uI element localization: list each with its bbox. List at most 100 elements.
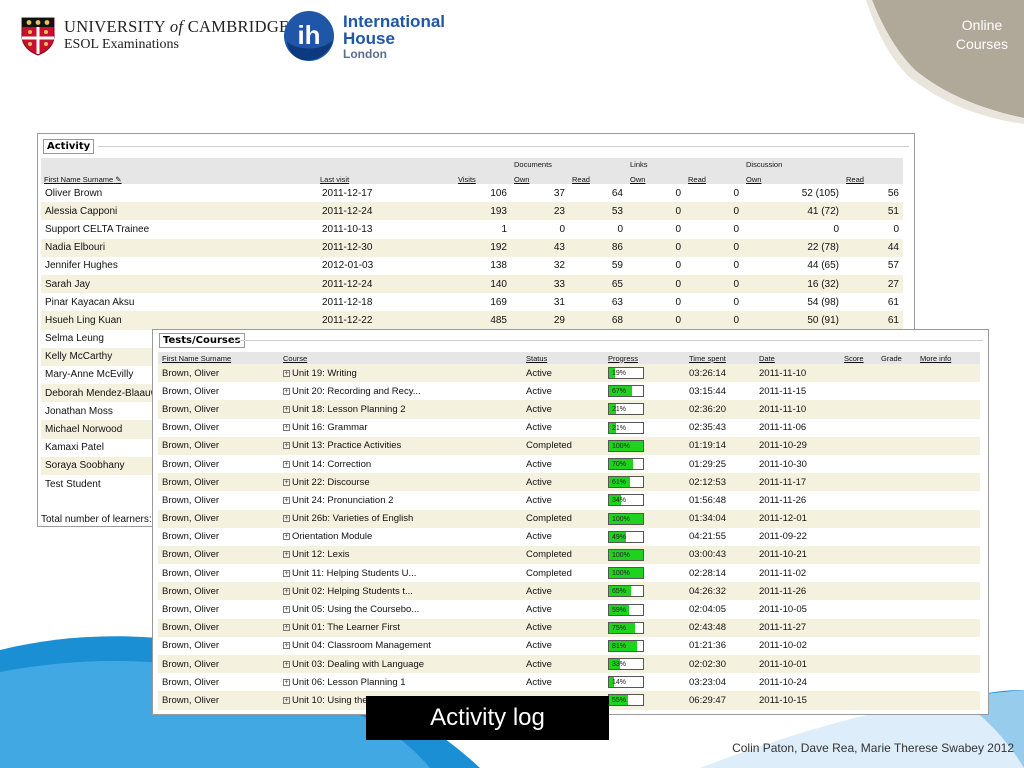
progress-cell: 100% [604,509,685,528]
grade-cell [877,528,916,546]
more-info-cell [916,600,980,618]
expand-plus-icon[interactable]: + [283,551,290,559]
disc-own-sort-link[interactable]: Own [743,170,843,184]
progress-sort-link[interactable]: Progress [604,352,685,364]
course-name[interactable]: Unit 19: Writing [292,368,357,379]
expand-plus-icon[interactable]: + [283,405,290,413]
documents-group-header: Documents [511,158,627,170]
course-cell: + Unit 03: Dealing with Language [279,655,522,674]
course-row: Brown, Oliver + Unit 20: Recording and Rec… [158,382,980,400]
doc-own-cell: 31 [553,296,565,308]
date-cell: 2011-11-02 [759,567,807,579]
grade-cell [877,419,916,437]
first-name-sort-link[interactable]: First Name [44,175,81,184]
course-name[interactable]: Unit 03: Dealing with Language [292,659,424,670]
link-own-cell: 0 [627,274,685,294]
expand-plus-icon[interactable]: + [283,442,290,450]
expand-plus-icon[interactable]: + [283,624,290,632]
sort-pencil-icon[interactable]: ✎ [115,175,121,184]
last-visit-sort-link[interactable]: Last visit [317,170,455,184]
grade-cell [877,455,916,473]
date-cell: 2011-10-01 [755,655,840,674]
course-name[interactable]: Unit 24: Pronunciation 2 [292,495,393,506]
course-name[interactable]: Unit 05: Using the Coursebo... [292,604,419,615]
expand-plus-icon[interactable]: + [283,369,290,377]
course-row: Brown, Oliver + Unit 04: Classroom Managem… [158,637,980,655]
expand-plus-icon[interactable]: + [283,696,290,704]
grade-cell [877,600,916,618]
date-sort-link[interactable]: Date [755,352,840,364]
course-name[interactable]: Orientation Module [292,531,372,542]
expand-plus-icon[interactable]: + [283,642,290,650]
learner-name-cell: Sarah Jay [41,274,317,294]
visits-cell: 138 [490,260,507,272]
progress-bar: 49% [608,530,644,543]
progress-cell: 100% [604,564,685,582]
tests-first-name-sort-link[interactable]: First Name [162,354,199,363]
course-name[interactable]: Unit 14: Correction [292,459,371,470]
progress-percent: 100% [612,551,630,559]
course-name[interactable]: Unit 20: Recording and Recy... [292,386,421,397]
link-own-sort-link[interactable]: Own [627,170,685,184]
learner-name-cell: Brown, Oliver [158,400,279,419]
score-sort-link[interactable]: Score [840,352,877,364]
course-name[interactable]: Unit 16: Grammar [292,422,368,433]
disc-read-sort-link[interactable]: Read [843,170,903,184]
activity-row: Hsueh Ling Kuan 2011-12-22 485 29 68 0 0 50 (91… [41,311,903,330]
time-spent-cell: 01:34:04 [685,509,755,528]
course-row: Brown, Oliver + Unit 02: Helping Students … [158,582,980,601]
status-cell: Completed [522,545,604,565]
date-cell: 2011-10-29 [755,436,840,455]
time-spent-sort-link[interactable]: Time spent [685,352,755,364]
expand-plus-icon[interactable]: + [283,587,290,595]
visits-sort-link[interactable]: Visits [455,170,511,184]
author-credit: Colin Paton, Dave Rea, Marie Therese Swa… [732,741,1014,755]
progress-bar: 34% [608,494,644,507]
course-row: Brown, Oliver + Unit 16: Grammar Active 21% 0… [158,419,980,437]
course-name[interactable]: Unit 26b: Varieties of English [292,513,413,524]
doc-own-sort-link[interactable]: Own [511,170,569,184]
course-name[interactable]: Unit 13: Practice Activities [292,440,401,451]
surname-sort-link[interactable]: Surname [83,175,113,184]
expand-plus-icon[interactable]: + [283,660,290,668]
expand-plus-icon[interactable]: + [283,678,290,686]
tests-surname-sort-link[interactable]: Surname [201,354,231,363]
course-name[interactable]: Unit 06: Lesson Planning 1 [292,677,406,688]
doc-read-cell: 64 [611,187,623,199]
course-name[interactable]: Unit 02: Helping Students t... [292,586,413,597]
link-read-cell: 0 [685,202,743,221]
ih-title-line2: House [343,28,395,48]
expand-plus-icon[interactable]: + [283,569,290,577]
expand-plus-icon[interactable]: + [283,533,290,541]
course-name[interactable]: Unit 11: Helping Students U... [292,568,416,579]
expand-plus-icon[interactable]: + [283,606,290,614]
tests-table: First Name Surname Course Status Progres… [158,352,980,710]
date-cell: 2011-10-30 [759,458,807,470]
progress-cell: 100% [604,436,685,455]
expand-plus-icon[interactable]: + [283,460,290,468]
course-name[interactable]: Unit 04: Classroom Management [292,640,431,651]
course-name[interactable]: Unit 18: Lesson Planning 2 [292,404,406,415]
grade-cell [877,382,916,400]
course-name[interactable]: Unit 12: Lexis [292,549,350,560]
cambridge-crest-icon [21,17,55,56]
expand-plus-icon[interactable]: + [283,496,290,504]
doc-read-sort-link[interactable]: Read [569,170,627,184]
course-name[interactable]: Unit 01: The Learner First [292,622,400,633]
grade-cell [877,509,916,528]
status-cell: Active [522,582,604,601]
link-read-sort-link[interactable]: Read [685,170,743,184]
expand-plus-icon[interactable]: + [283,424,290,432]
time-spent-cell: 01:19:14 [685,436,755,455]
course-name[interactable]: Unit 10: Using the [292,695,368,706]
progress-percent: 21% [612,424,627,432]
status-sort-link[interactable]: Status [522,352,604,364]
more-info-header[interactable]: More info [916,352,980,364]
expand-plus-icon[interactable]: + [283,478,290,486]
course-name[interactable]: Unit 22: Discourse [292,477,370,488]
course-sort-link[interactable]: Course [279,352,522,364]
expand-plus-icon[interactable]: + [283,515,290,523]
progress-percent: 81% [612,642,627,650]
progress-cell: 59% [604,600,685,618]
expand-plus-icon[interactable]: + [283,387,290,395]
